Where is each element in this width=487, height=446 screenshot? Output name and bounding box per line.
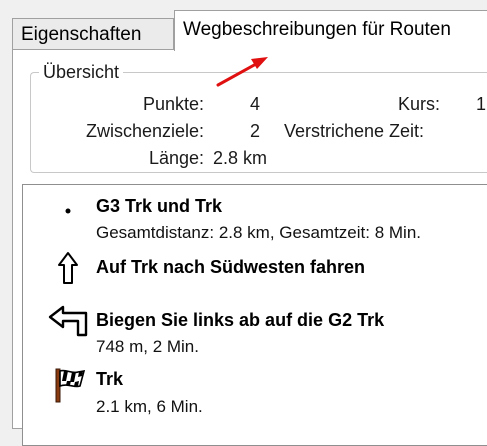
red-arrow-icon	[216, 57, 268, 87]
